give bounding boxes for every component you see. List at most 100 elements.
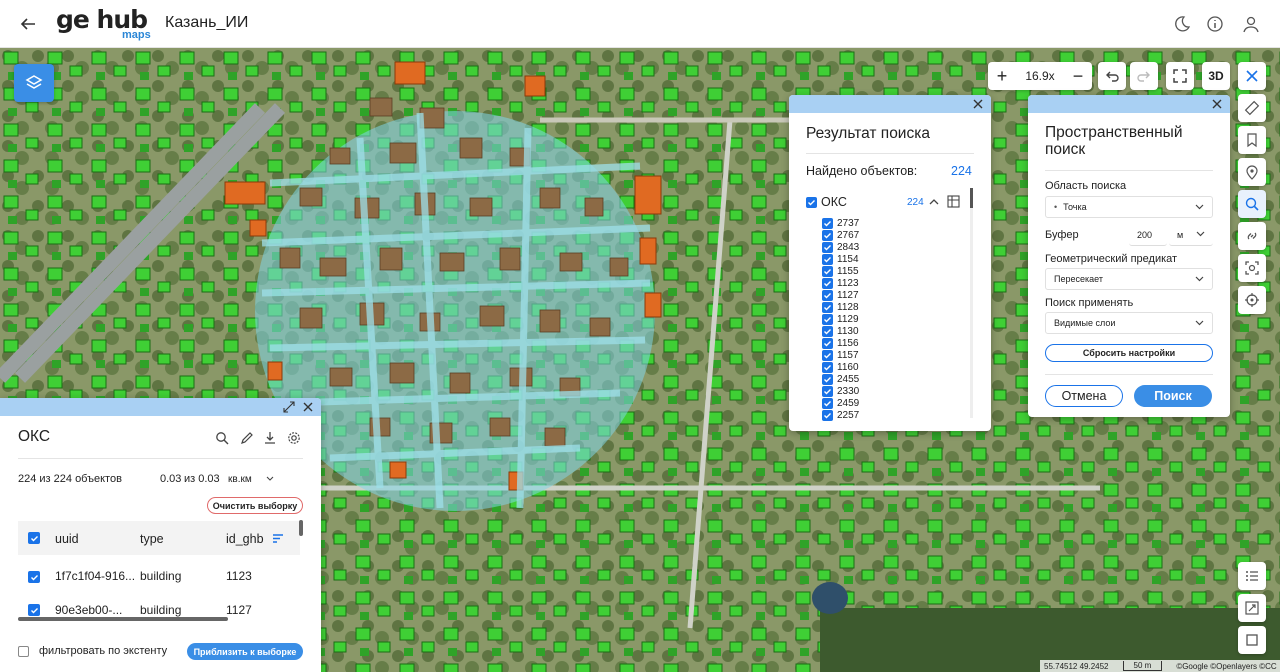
edit-icon[interactable] xyxy=(240,431,254,445)
apply-select[interactable]: Видимые слои xyxy=(1045,312,1213,334)
result-item[interactable]: 2459 xyxy=(820,397,965,409)
result-item-checkbox[interactable] xyxy=(822,301,833,313)
result-item-checkbox[interactable] xyxy=(822,337,833,349)
result-item-checkbox[interactable] xyxy=(822,277,833,289)
found-count: 224 xyxy=(951,164,972,178)
close-icon[interactable] xyxy=(1210,97,1224,111)
result-item-checkbox[interactable] xyxy=(822,241,833,253)
panel-drag-bar[interactable] xyxy=(0,398,321,416)
result-item[interactable]: 1160 xyxy=(820,361,965,373)
result-item[interactable]: 1128 xyxy=(820,301,965,313)
redo-button[interactable] xyxy=(1130,62,1158,90)
table-icon[interactable] xyxy=(947,195,960,208)
result-item-checkbox[interactable] xyxy=(822,361,833,373)
search-button[interactable]: Поиск xyxy=(1134,385,1212,407)
predicate-label: Геометрический предикат xyxy=(1045,253,1178,265)
cancel-button[interactable]: Отмена xyxy=(1045,385,1123,407)
result-item-checkbox[interactable] xyxy=(822,325,833,337)
area-select[interactable]: • Точка xyxy=(1045,196,1213,218)
buffer-unit-select[interactable]: м xyxy=(1169,224,1213,246)
marker-button[interactable] xyxy=(1238,158,1266,186)
chevron-down-icon xyxy=(1195,204,1204,210)
result-item[interactable]: 1155 xyxy=(820,265,965,277)
zoom-out-button[interactable]: − xyxy=(1064,66,1092,87)
area-unit-select[interactable]: кв.км xyxy=(228,471,278,487)
sort-icon[interactable] xyxy=(272,533,284,544)
3d-button[interactable]: 3D xyxy=(1202,62,1230,90)
vertical-scrollbar[interactable] xyxy=(299,520,303,536)
layer-group-header[interactable]: ОКС xyxy=(806,195,847,209)
theme-button[interactable] xyxy=(1170,12,1194,36)
layer-checkbox[interactable] xyxy=(806,196,817,208)
predicate-value: Пересекает xyxy=(1054,274,1103,284)
result-item-checkbox[interactable] xyxy=(822,397,833,409)
buffer-label: Буфер xyxy=(1045,229,1079,241)
layers-button[interactable] xyxy=(14,64,54,102)
result-item-checkbox[interactable] xyxy=(822,373,833,385)
panel-drag-bar[interactable] xyxy=(789,95,991,113)
fullscreen-icon xyxy=(1173,69,1187,83)
extent-button[interactable] xyxy=(1238,594,1266,622)
clear-selection-button[interactable]: Очистить выборку xyxy=(207,497,303,514)
result-item-checkbox[interactable] xyxy=(822,349,833,361)
result-item-checkbox[interactable] xyxy=(822,253,833,265)
close-icon[interactable] xyxy=(301,400,315,414)
result-item[interactable]: 2257 xyxy=(820,409,965,421)
result-item[interactable]: 2455 xyxy=(820,373,965,385)
undo-button[interactable] xyxy=(1098,62,1126,90)
map-footer: 55.74512 49.2452 50 m ©Google ©Openlayer… xyxy=(1040,660,1280,672)
search-icon[interactable] xyxy=(215,431,229,445)
panel-drag-bar[interactable] xyxy=(1028,95,1230,113)
zoom-in-button[interactable]: + xyxy=(988,66,1016,87)
row-checkbox[interactable] xyxy=(28,604,40,616)
link-button[interactable] xyxy=(1238,222,1266,250)
ruler-button[interactable] xyxy=(1238,94,1266,122)
column-header-uuid[interactable]: uuid xyxy=(55,532,79,546)
expand-icon[interactable] xyxy=(283,401,295,413)
result-item[interactable]: 2767 xyxy=(820,229,965,241)
column-header-id[interactable]: id_ghb xyxy=(226,532,264,546)
horizontal-scrollbar[interactable] xyxy=(18,617,228,621)
result-item[interactable]: 1123 xyxy=(820,277,965,289)
result-item-checkbox[interactable] xyxy=(822,409,833,421)
result-item[interactable]: 1129 xyxy=(820,313,965,325)
profile-button[interactable] xyxy=(1239,12,1263,36)
result-item-checkbox[interactable] xyxy=(822,313,833,325)
apply-value: Видимые слои xyxy=(1054,318,1116,328)
result-item[interactable]: 1127 xyxy=(820,289,965,301)
filter-extent-checkbox[interactable] xyxy=(18,646,29,657)
column-header-type[interactable]: type xyxy=(140,532,164,546)
predicate-select[interactable]: Пересекает xyxy=(1045,268,1213,290)
result-item[interactable]: 1130 xyxy=(820,325,965,337)
result-item-checkbox[interactable] xyxy=(822,385,833,397)
reset-button[interactable]: Сбросить настройки xyxy=(1045,344,1213,362)
buffer-input[interactable]: 200 xyxy=(1129,224,1167,246)
result-item[interactable]: 1154 xyxy=(820,253,965,265)
result-item-checkbox[interactable] xyxy=(822,217,833,229)
info-button[interactable] xyxy=(1203,12,1227,36)
basemap-button[interactable] xyxy=(1238,626,1266,654)
result-item[interactable]: 2737 xyxy=(820,217,965,229)
gear-icon[interactable] xyxy=(287,431,301,445)
locate-button[interactable] xyxy=(1238,286,1266,314)
legend-button[interactable] xyxy=(1238,562,1266,590)
download-icon[interactable] xyxy=(263,431,277,445)
result-item[interactable]: 1156 xyxy=(820,337,965,349)
row-checkbox[interactable] xyxy=(28,571,40,583)
fullscreen-button[interactable] xyxy=(1166,62,1194,90)
back-button[interactable] xyxy=(16,12,40,36)
result-item-checkbox[interactable] xyxy=(822,289,833,301)
chevron-up-icon[interactable] xyxy=(929,198,939,206)
bookmark-button[interactable] xyxy=(1238,126,1266,154)
close-icon[interactable] xyxy=(971,97,985,111)
result-item[interactable]: 1157 xyxy=(820,349,965,361)
tools-button[interactable] xyxy=(1238,62,1266,90)
result-item-checkbox[interactable] xyxy=(822,265,833,277)
result-item[interactable]: 2843 xyxy=(820,241,965,253)
spatial-search-button[interactable] xyxy=(1238,190,1266,218)
result-item-checkbox[interactable] xyxy=(822,229,833,241)
zoom-to-selection-button[interactable]: Приблизить к выборке xyxy=(187,643,303,660)
screenshot-button[interactable] xyxy=(1238,254,1266,282)
result-item[interactable]: 2330 xyxy=(820,385,965,397)
select-all-checkbox[interactable] xyxy=(28,532,40,544)
